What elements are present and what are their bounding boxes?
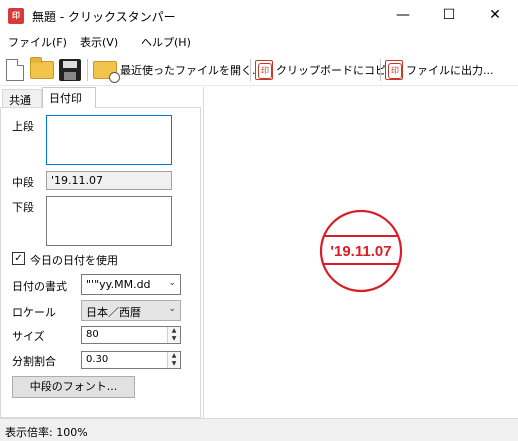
stamp-middle-text: '19.11.07	[330, 243, 391, 260]
middle-label: 中段	[12, 176, 34, 189]
middle-field[interactable]: '19.11.07	[46, 171, 172, 190]
stamp-export-icon	[385, 60, 403, 80]
middle-font-button[interactable]: 中段のフォント...	[12, 376, 135, 398]
toolbar-separator	[87, 59, 88, 81]
new-file-icon	[6, 59, 24, 81]
tab-common[interactable]: 共通	[2, 89, 42, 107]
recent-folder-icon	[93, 61, 120, 83]
toolbar-separator	[380, 59, 381, 81]
use-today-checkbox[interactable]: ✓	[12, 252, 25, 265]
status-bar: 表示倍率: 100%	[0, 418, 518, 441]
locale-select[interactable]: 日本／西暦 ⌄	[81, 300, 181, 321]
open-recent-label: 最近使ったファイルを開く...	[120, 64, 263, 77]
open-folder-icon	[30, 57, 54, 79]
menu-help[interactable]: ヘルプ(H)	[141, 34, 191, 50]
split-ratio-label: 分割割合	[12, 355, 56, 368]
toolbar-separator	[250, 59, 251, 81]
size-label: サイズ	[12, 330, 45, 343]
export-file-button[interactable]: ファイルに出力...	[385, 57, 494, 83]
stamp-preview-svg: '19.11.07	[319, 209, 403, 293]
menu-view[interactable]: 表示(V)	[80, 34, 118, 50]
spin-arrows[interactable]: ▲ ▼	[167, 327, 180, 343]
maximize-button[interactable]: ☐	[426, 0, 472, 30]
spin-up-icon[interactable]: ▲	[168, 352, 180, 360]
locale-label: ロケール	[12, 306, 56, 319]
title-bar: 印 無題 - クリックスタンパー — ☐ ✕	[0, 0, 518, 30]
upper-label: 上段	[12, 120, 34, 133]
lower-label: 下段	[12, 201, 34, 214]
save-file-button[interactable]	[59, 57, 81, 83]
export-file-label: ファイルに出力...	[406, 64, 494, 77]
open-recent-button[interactable]: 最近使ったファイルを開く...	[93, 57, 263, 83]
tab-strip: 共通 日付印	[0, 87, 203, 108]
date-format-label: 日付の書式	[12, 280, 67, 293]
clock-icon	[109, 72, 120, 83]
tab-content-date-stamp: 上段 中段 '19.11.07 下段 ✓ 今日の日付を使用 日付の書式 "'"y…	[0, 107, 201, 418]
spin-up-icon[interactable]: ▲	[168, 327, 180, 335]
spin-down-icon[interactable]: ▼	[168, 360, 180, 368]
settings-panel: 共通 日付印 上段 中段 '19.11.07 下段 ✓ 今日の日付を使用 日付の…	[0, 87, 203, 418]
use-today-label: 今日の日付を使用	[30, 254, 118, 267]
menu-bar: ファイル(F) 表示(V) ヘルプ(H)	[0, 30, 518, 52]
size-value: 80	[86, 329, 99, 340]
copy-clipboard-button[interactable]: クリップボードにコピー	[255, 57, 397, 83]
menu-file[interactable]: ファイル(F)	[8, 34, 67, 50]
chevron-down-icon: ⌄	[168, 278, 176, 288]
save-disk-icon	[59, 59, 81, 81]
split-ratio-spinbox[interactable]: 0.30 ▲ ▼	[81, 351, 181, 369]
spin-arrows[interactable]: ▲ ▼	[167, 352, 180, 368]
locale-value: 日本／西暦	[86, 306, 141, 319]
minimize-button[interactable]: —	[380, 0, 426, 30]
app-stamp-icon: 印	[8, 8, 24, 24]
open-file-button[interactable]	[30, 57, 54, 83]
close-button[interactable]: ✕	[472, 0, 518, 30]
stamp-copy-icon	[255, 60, 273, 80]
lower-textarea[interactable]	[46, 196, 172, 246]
toolbar: 最近使ったファイルを開く... クリップボードにコピー ファイルに出力...	[0, 53, 518, 86]
window-title: 無題 - クリックスタンパー	[32, 10, 176, 24]
date-format-combobox[interactable]: "'"yy.MM.dd ⌄	[81, 274, 181, 295]
split-ratio-value: 0.30	[86, 354, 109, 365]
tab-date-stamp[interactable]: 日付印	[42, 87, 96, 108]
stamp-preview-area: '19.11.07	[204, 87, 518, 418]
date-format-value: "'"yy.MM.dd	[86, 278, 151, 291]
spin-down-icon[interactable]: ▼	[168, 335, 180, 343]
copy-clipboard-label: クリップボードにコピー	[276, 64, 397, 77]
zoom-status: 表示倍率: 100%	[5, 426, 88, 439]
size-spinbox[interactable]: 80 ▲ ▼	[81, 326, 181, 344]
chevron-down-icon: ⌄	[168, 304, 176, 314]
upper-textarea[interactable]	[46, 115, 172, 165]
new-file-button[interactable]	[6, 57, 24, 83]
